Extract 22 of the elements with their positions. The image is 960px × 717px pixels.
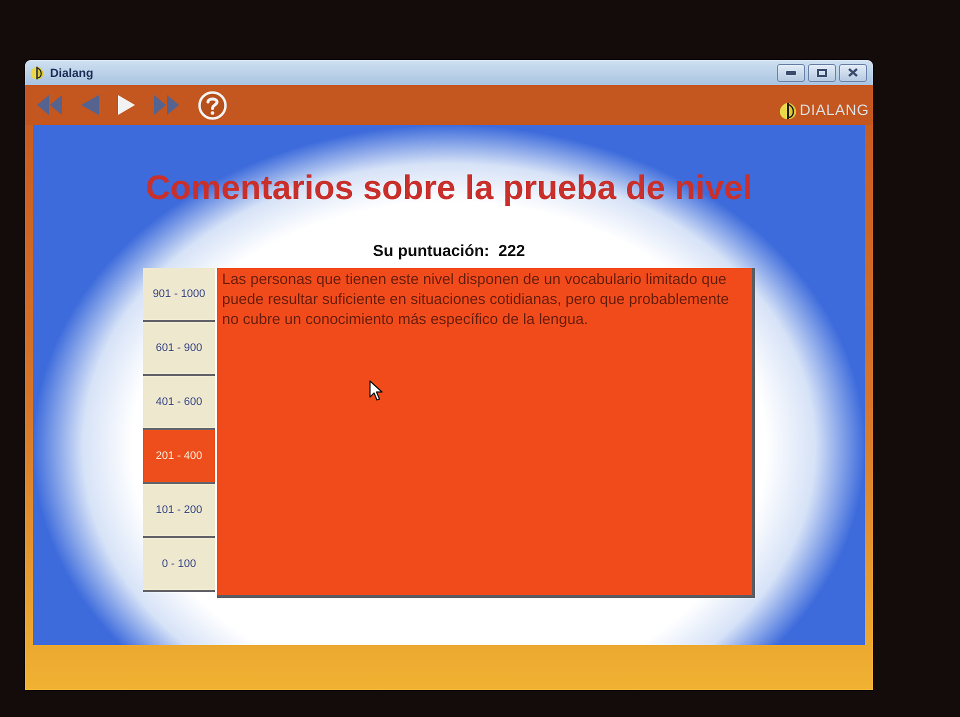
score-band-tab[interactable]: 101 - 200 [143, 484, 215, 538]
close-icon [848, 68, 858, 77]
minimize-icon [786, 70, 796, 74]
mouse-cursor-icon [369, 380, 383, 401]
app-icon [30, 66, 44, 80]
page-heading: Comentarios sobre la prueba de nivel [146, 168, 752, 208]
logo-text: DIALANG [800, 100, 869, 120]
description-text: Las personas que tienen este nivel disponen de un vocabulario limitado que puede resultar suficiente en situaciones cotidianas, pero que probablemente no cubre un conocimiento más específico de la lengua. [222, 270, 730, 330]
score-band-tab[interactable]: 601 - 900 [143, 322, 215, 376]
score-band-tab[interactable]: 401 - 600 [143, 376, 215, 430]
maximize-button[interactable] [808, 64, 836, 82]
close-button[interactable] [839, 64, 867, 82]
window-title: Dialang [50, 64, 94, 82]
score-value: 222 [498, 242, 526, 262]
score-band-tab[interactable]: 901 - 1000 [143, 268, 215, 322]
help-icon[interactable] [198, 90, 227, 120]
right-arrow-icon[interactable] [118, 95, 135, 115]
score-label: Su puntuación: [372, 242, 490, 262]
minimize-button[interactable] [777, 64, 805, 82]
logo-icon [778, 102, 797, 120]
maximize-icon [817, 68, 827, 76]
score-band-tab[interactable]: 0 - 100 [143, 538, 215, 592]
